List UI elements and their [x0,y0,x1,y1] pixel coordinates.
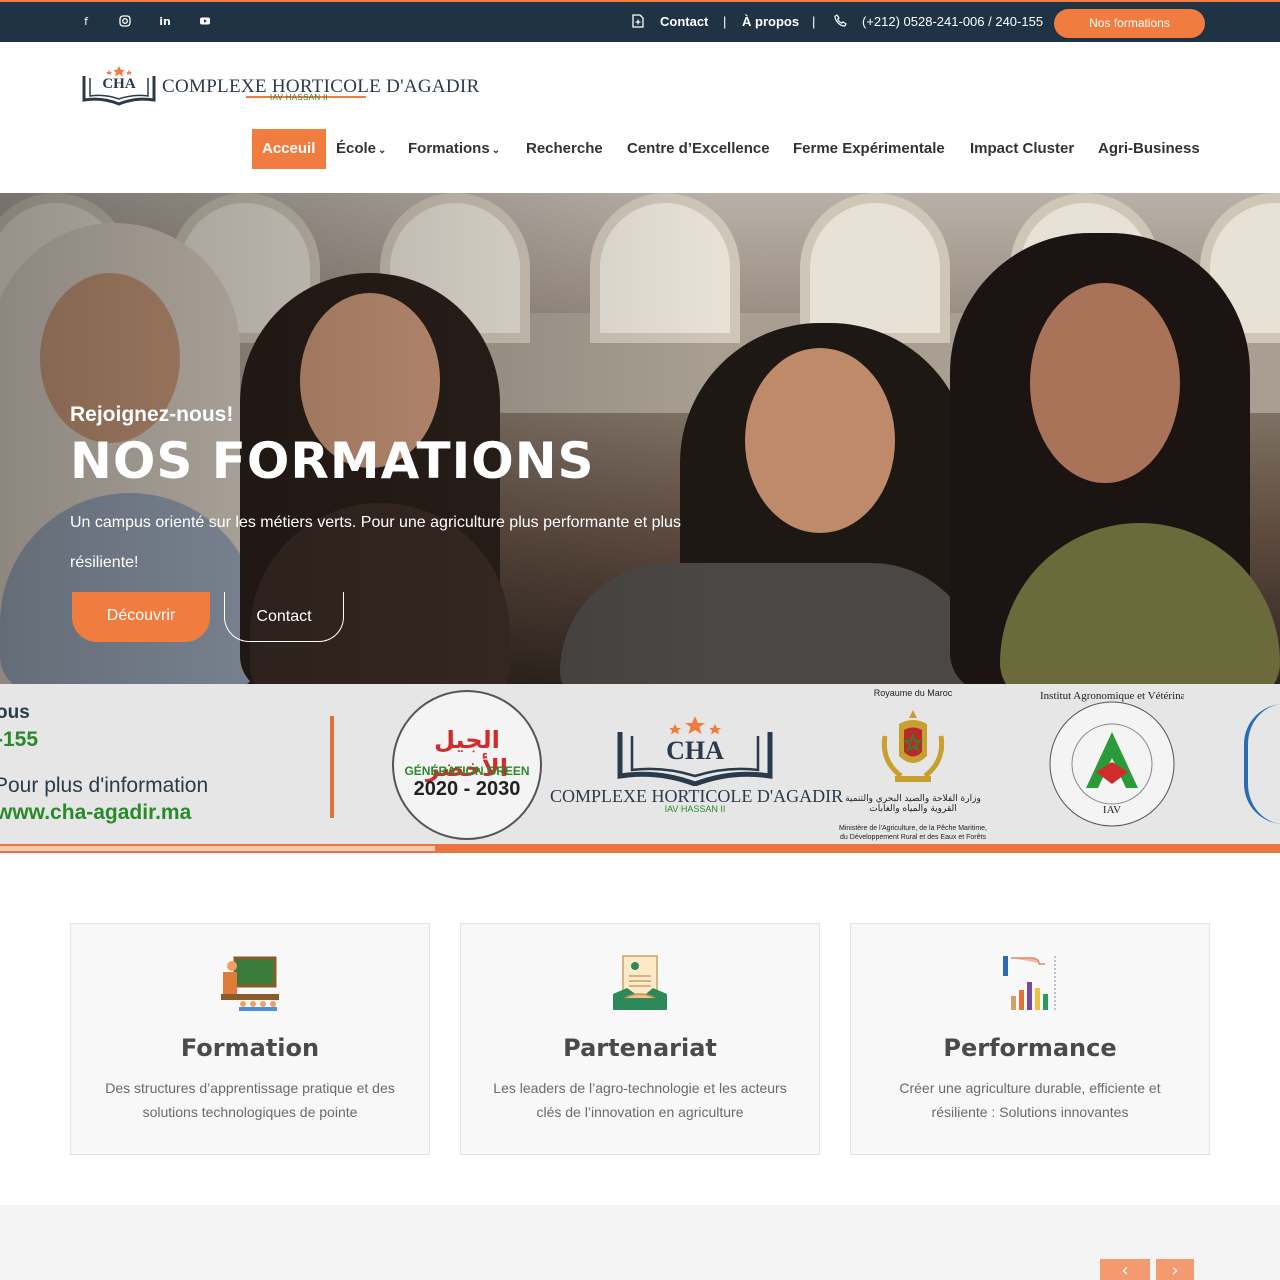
hero-contact-button[interactable]: Contact [224,592,344,642]
chevron-down-icon: ⌄ [491,145,501,156]
youtube-icon[interactable] [198,15,212,29]
nos-formations-button[interactable]: Nos formations [1054,9,1205,38]
partnership-contract-icon [613,955,667,1010]
nav-impact-cluster[interactable]: Impact Cluster [970,129,1074,169]
teacher-board-icon [221,956,279,1011]
banner-website: www.cha-agadir.ma [0,801,192,824]
site-logo[interactable]: CHA COMPLEXE HORTICOLE D'AGADIR IAV HASS… [78,64,479,108]
separator: | [812,14,816,29]
ministry-arabic: وزارة الفلاحة والصيد البحري والتنمية الق… [845,794,981,814]
chevron-down-icon: ⌄ [378,145,387,156]
feature-description: Créer une agriculture durable, efficient… [899,1080,1161,1120]
iav-abbreviation: IAV [1102,804,1122,816]
document-icon [631,14,645,28]
ministry-french: Ministère de l'Agriculture, de la Pêche … [838,825,987,841]
feature-card-performance: Performance Créer une agriculture durabl… [850,923,1210,1155]
nav-accueil[interactable]: Acceuil [252,129,326,169]
nav-label: Agri-Business [1098,140,1200,157]
student-face [745,348,895,533]
partners-banner: ous -155 Pour plus d'information www.cha… [0,684,1280,844]
moroccan-crest-icon [881,710,945,782]
nav-label: Impact Cluster [970,140,1075,157]
linkedin-icon[interactable]: in [158,15,172,29]
generation-green-years: 2020 - 2030 [413,778,521,800]
lower-section [0,1205,1280,1280]
discover-label: Découvrir [106,607,176,624]
about-link[interactable]: À propos [742,14,799,30]
carousel-next-button[interactable]: › [1156,1259,1194,1280]
contact-label: Contact [256,608,312,625]
feature-title: Performance [943,1034,1117,1062]
iav-logo: Institut Agronomique et Vétérinaire Hass… [1040,690,1184,836]
separator: | [723,14,727,29]
feature-card-formation: Formation Des structures d’apprentissage… [70,923,430,1155]
cha-subtitle: IAV HASSAN II [664,804,726,814]
ministry-logo: Royaume du Maroc وزارة الفلاحة والصيد ال… [838,684,988,844]
facebook-icon[interactable]: f [79,15,93,29]
nav-agri-business[interactable]: Agri-Business [1098,129,1200,169]
nav-label: Ferme Expérimentale [793,140,945,157]
top-bar: f in Contact | À propos | (+212) 0528-24… [0,0,1280,42]
carousel-prev-button[interactable]: ‹ [1100,1259,1150,1280]
hero-kicker: Rejoignez-nous! [70,403,234,426]
nav-label: Formations [408,140,490,157]
hero-title: NOS FORMATIONS [70,432,595,490]
chevron-left-icon: ‹ [1121,1260,1129,1280]
feature-description: Les leaders de l’agro-technologie et les… [493,1080,787,1120]
phone-number: (+212) 0528-241-006 / 240-155 [862,14,1044,29]
nav-label: Recherche [526,140,603,157]
banner-phone-fragment: -155 [0,728,39,751]
cha-logo: CHA COMPLEXE HORTICOLE D'AGADIR IAV HASS… [550,714,843,824]
nav-centre-excellence[interactable]: Centre d’Excellence [627,129,770,169]
feature-title: Formation [180,1034,320,1062]
phone-icon [833,14,847,28]
nav-ferme-experimentale[interactable]: Ferme Expérimentale [793,129,945,169]
feature-card-partenariat: Partenariat Les leaders de l’agro-techno… [460,923,820,1155]
logo-mark-text: CHA [102,76,136,92]
partner-logo-partial [1244,704,1280,824]
nav-label: Centre d’Excellence [627,140,770,157]
building-arch [800,193,950,343]
cha-mark-text: CHA [666,736,724,765]
nav-formations[interactable]: Formations ⌄ [408,129,500,169]
student-face [1030,283,1180,483]
chevron-right-icon: › [1171,1260,1179,1280]
nav-recherche[interactable]: Recherche [526,129,603,169]
generation-green-label: GÉNÉRATION GREEN [404,764,530,778]
nav-ecole[interactable]: École ⌄ [336,129,386,169]
kingdom-label: Royaume du Maroc [873,688,953,698]
feature-title: Partenariat [563,1034,717,1062]
banner-text-fragment: ous [0,702,30,723]
contact-link[interactable]: Contact [660,14,708,30]
nav-label: École [336,140,377,157]
generation-green-logo: الجيل الأخضر GÉNÉRATION GREEN 2020 - 203… [392,690,542,840]
feature-description: Des structures d’apprentissage pratique … [105,1080,395,1120]
instagram-icon[interactable] [118,15,132,29]
nav-label: Acceuil [262,140,316,157]
banner-info-label: Pour plus d'information [0,774,209,797]
hero-description: Un campus orienté sur les métiers verts.… [70,514,681,571]
performance-chart-icon [1003,956,1056,1010]
banner-divider [330,716,334,818]
discover-button[interactable]: Découvrir [72,592,210,642]
slider-progress-fill [0,846,435,851]
logo-subtitle: IAV HASSAN II [270,93,328,102]
iav-title: Institut Agronomique et Vétérinaire Hass… [1040,690,1184,702]
